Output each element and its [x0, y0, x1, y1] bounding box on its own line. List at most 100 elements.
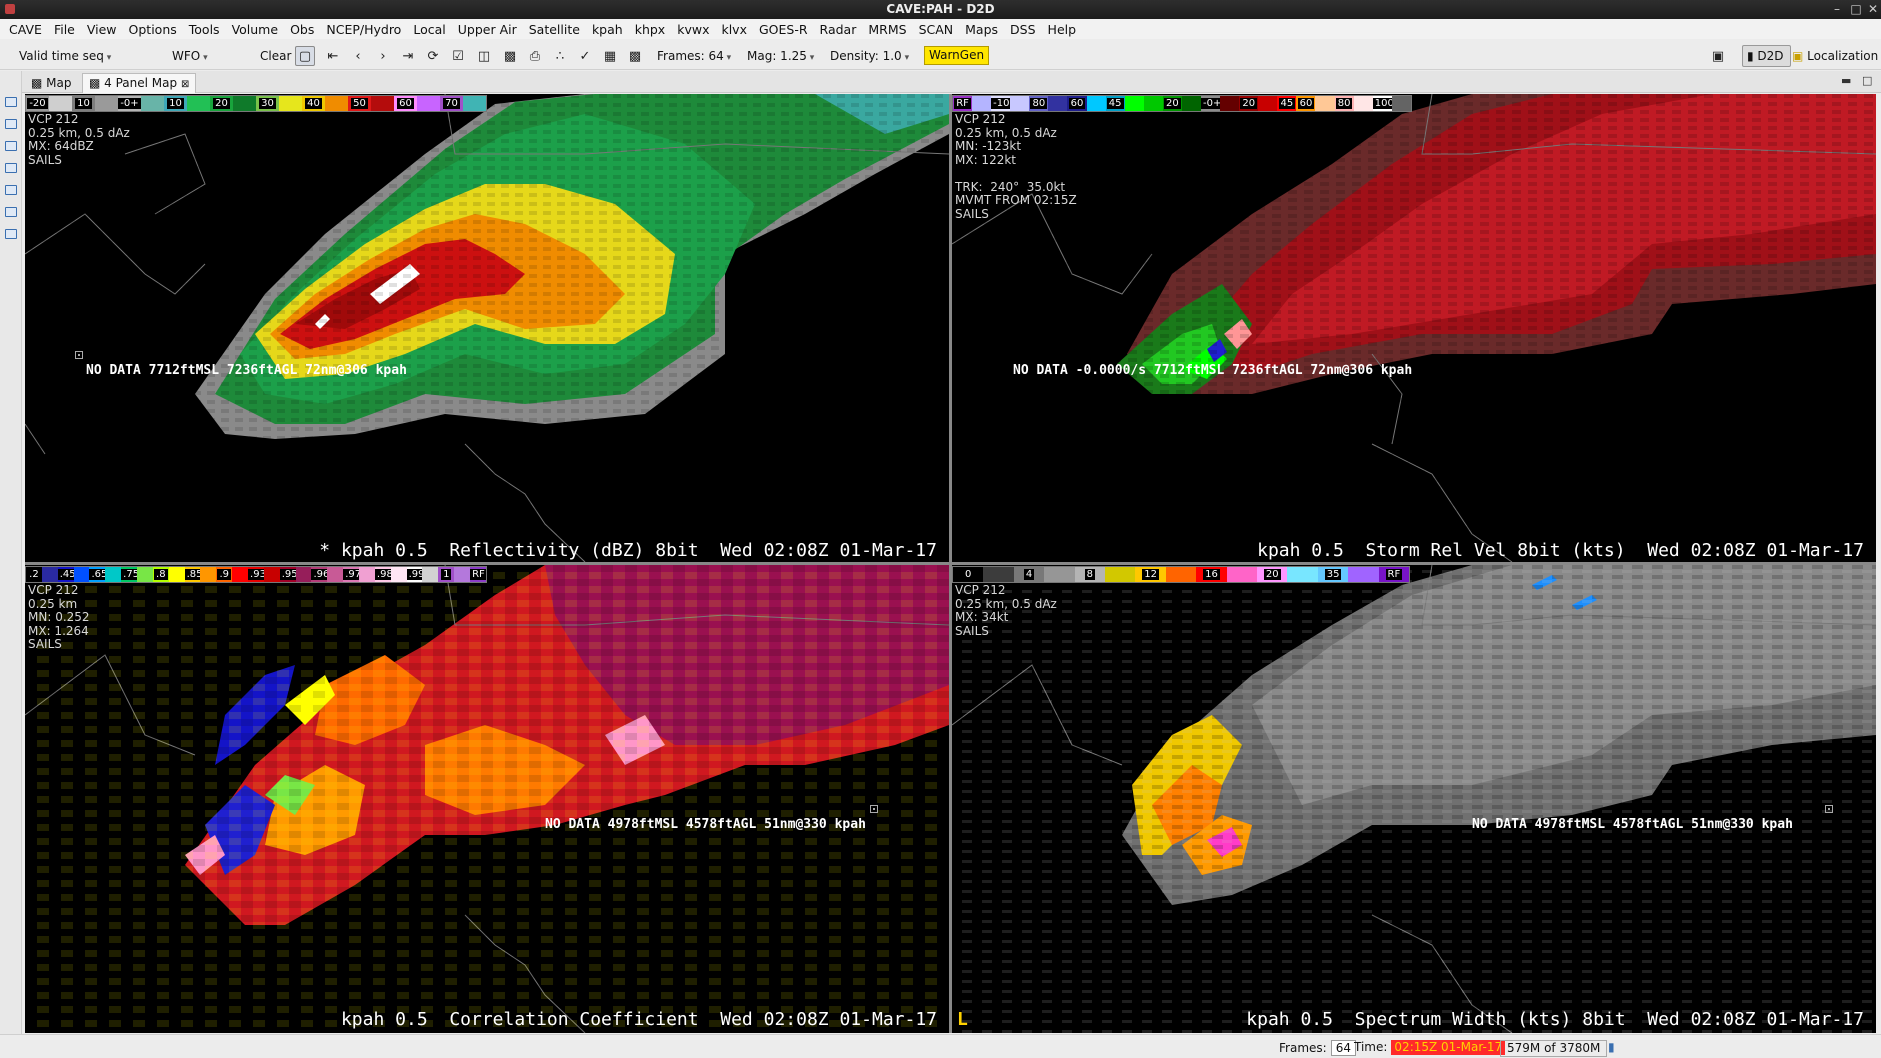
velocity-panel[interactable]: RF-10080604520-0+20456080100 VCP 2120.25… — [952, 94, 1876, 562]
colorbar-segment: .45 — [57, 567, 74, 582]
reflectivity-sample-readout: NO DATA 7712ftMSL 7236ftAGL 72nm@306 kpa… — [86, 363, 407, 378]
frames-select[interactable]: Frames: 64 — [657, 46, 731, 66]
reflectivity-radar-image — [25, 94, 949, 562]
colorbar-segment: RF — [1378, 567, 1410, 582]
colorbar-tick-label: -0+ — [118, 98, 141, 109]
menu-item-options[interactable]: Options — [123, 22, 183, 37]
menu-item-kvwx[interactable]: kvwx — [671, 22, 715, 37]
colorbar-segment — [1315, 96, 1335, 111]
spectrum-panel[interactable]: 0 4 8 12 16 20 35 RF VCP 212 0.25 km, 0.5 dAz MX:… — [952, 565, 1876, 1033]
loop-icon[interactable]: ⟳ — [423, 46, 443, 66]
tab-4-panel-map-label: 4 Panel Map — [104, 76, 178, 90]
four-panel-display: -20 10 -0+ 10 20 30 40 50 60 70 VCP 212 0.25 km, 0… — [25, 94, 1876, 1033]
menu-item-view[interactable]: View — [81, 22, 123, 37]
colorbar-tick-label: 50 — [351, 98, 368, 109]
menu-item-radar[interactable]: Radar — [814, 22, 863, 37]
tab-map[interactable]: ▩ Map — [24, 73, 78, 93]
sidebar-view-icon-7[interactable] — [5, 229, 17, 239]
panel-layout-icon[interactable]: ▩ — [625, 46, 645, 66]
loop-mode-select[interactable]: Valid time seq — [19, 46, 111, 66]
menu-item-kpah[interactable]: kpah — [586, 22, 629, 37]
velocity-product-label: kpah 0.5 Storm Rel Vel 8bit (kts) Wed 02… — [1257, 540, 1864, 561]
menu-item-goes-r[interactable]: GOES-R — [753, 22, 814, 37]
first-frame-icon[interactable]: ⇤ — [323, 46, 343, 66]
garbage-collect-icon[interactable]: ▮ — [1608, 1040, 1615, 1054]
colorbar-segment — [279, 96, 302, 111]
menu-item-khpx[interactable]: khpx — [629, 22, 672, 37]
sidebar-view-icon-4[interactable] — [5, 163, 17, 173]
refresh-icon[interactable]: ☑ — [448, 46, 468, 66]
reflectivity-colorbar: -20 10 -0+ 10 20 30 40 50 60 70 — [25, 95, 487, 112]
menu-item-scan[interactable]: SCAN — [913, 22, 960, 37]
localization-perspective-button[interactable]: ▣ Localization — [1792, 46, 1878, 66]
print-icon[interactable]: ⎙ — [525, 46, 545, 66]
menu-item-file[interactable]: File — [48, 22, 81, 37]
menu-item-satellite[interactable]: Satellite — [523, 22, 586, 37]
colorbar-segment — [327, 567, 344, 582]
mag-select[interactable]: Mag: 1.25 — [747, 46, 814, 66]
colorbar-tick-label: .65 — [89, 569, 106, 580]
colorbar-segment: 4 — [1013, 567, 1045, 582]
colorbar-tick-label: .2 — [27, 569, 41, 580]
sidebar-view-icon-5[interactable] — [5, 185, 17, 195]
colorbar-segment — [1124, 96, 1144, 111]
colorbar-segment: 35 — [1317, 567, 1349, 582]
sample-marker-icon — [75, 351, 83, 359]
minimize-editor-icon[interactable]: ▬ — [1841, 74, 1851, 87]
menu-item-tools[interactable]: Tools — [183, 22, 226, 37]
reflectivity-panel[interactable]: -20 10 -0+ 10 20 30 40 50 60 70 VCP 212 0.25 km, 0… — [25, 94, 949, 562]
info-line: TRK: 240° 35.0kt — [955, 179, 1066, 194]
colorbar-segment: 45 — [1105, 96, 1125, 111]
previous-frame-icon[interactable]: ‹ — [348, 46, 368, 66]
colorbar-segment: .96 — [311, 567, 328, 582]
info-line: MN: -123kt — [955, 139, 1022, 153]
info-line: VCP 212 — [955, 112, 1006, 126]
sidebar-view-icon-1[interactable] — [5, 97, 17, 107]
density-select[interactable]: Density: 1.0 — [830, 46, 909, 66]
next-frame-icon[interactable]: › — [373, 46, 393, 66]
correlation-sample-readout: NO DATA 4978ftMSL 4578ftAGL 51nm@330 kpa… — [545, 817, 866, 832]
reflectivity-product-label: * kpah 0.5 Reflectivity (dBZ) 8bit Wed 0… — [319, 540, 937, 561]
menu-item-obs[interactable]: Obs — [284, 22, 320, 37]
correlation-product-label: kpah 0.5 Correlation Coefficient Wed 02:… — [340, 1009, 937, 1030]
colorbar-tick-label: 60 — [1068, 98, 1086, 109]
colorbar-segment: 20 — [1257, 567, 1288, 582]
menu-item-dss[interactable]: DSS — [1004, 22, 1042, 37]
menu-item-maps[interactable]: Maps — [959, 22, 1004, 37]
colorbar-segment — [41, 567, 58, 582]
close-button[interactable]: ✕ — [1862, 0, 1881, 19]
menu-item-upper-air[interactable]: Upper Air — [452, 22, 523, 37]
open-perspective-icon[interactable]: ▣ — [1708, 46, 1728, 66]
colorbar-segment — [983, 567, 1014, 582]
colorbar-segment: RF — [953, 96, 973, 111]
clear-button[interactable]: Clear — [260, 46, 291, 66]
colorbar-tick-label: .99 — [406, 569, 423, 580]
sidebar-view-icon-2[interactable] — [5, 119, 17, 129]
correlation-panel[interactable]: .2.45.65.75.8.85.9.93.95.96.97.98.99 1 RF … — [25, 565, 949, 1033]
info-line: MX: 122kt — [955, 152, 1016, 167]
colorbar-segment — [1165, 567, 1197, 582]
last-frame-icon[interactable]: ⇥ — [398, 46, 418, 66]
zoom-extent-icon[interactable]: ▢ — [295, 46, 315, 66]
warngen-button[interactable]: WarnGen — [924, 46, 990, 65]
menu-item-help[interactable]: Help — [1042, 22, 1083, 37]
sidebar-view-icon-6[interactable] — [5, 207, 17, 217]
image-properties-icon[interactable]: ▩ — [500, 46, 520, 66]
pan-icon[interactable]: ◫ — [474, 46, 494, 66]
layout-icon[interactable]: ▦ — [600, 46, 620, 66]
wfo-select[interactable]: WFO — [172, 46, 208, 66]
menu-item-local[interactable]: Local — [407, 22, 451, 37]
sample-icon[interactable]: ✓ — [575, 46, 595, 66]
menu-item-klvx[interactable]: klvx — [715, 22, 753, 37]
maximize-editor-icon[interactable]: □ — [1862, 74, 1872, 87]
menu-item-volume[interactable]: Volume — [226, 22, 285, 37]
d2d-perspective-button[interactable]: ▮ D2D — [1742, 45, 1791, 67]
menu-item-mrms[interactable]: MRMS — [862, 22, 912, 37]
sidebar-view-icon-3[interactable] — [5, 141, 17, 151]
close-tab-icon[interactable]: ⊠ — [181, 79, 189, 90]
menu-item-ncep-hydro[interactable]: NCEP/Hydro — [320, 22, 407, 37]
tab-4-panel-map[interactable]: ▩ 4 Panel Map ⊠ — [82, 73, 197, 93]
points-icon[interactable]: ∴ — [550, 46, 570, 66]
legend-mode-letter[interactable]: L — [957, 1009, 968, 1030]
menu-item-cave[interactable]: CAVE — [3, 22, 48, 37]
